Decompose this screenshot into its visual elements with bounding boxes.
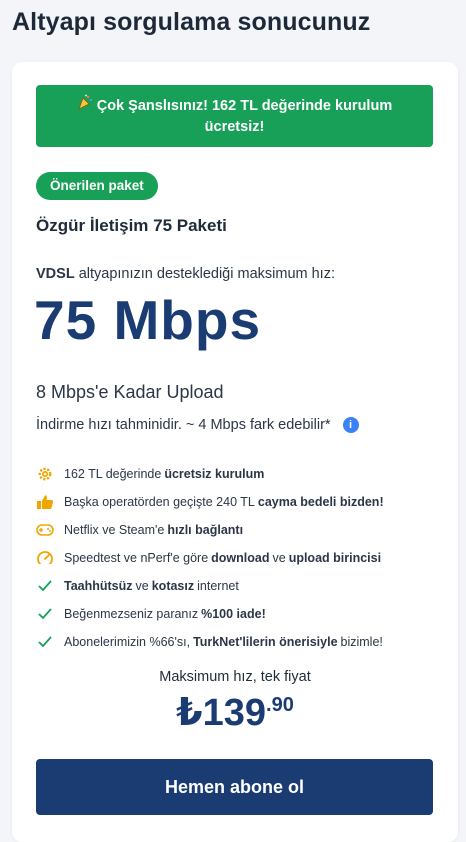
estimate-text: İndirme hızı tahminidir. ~ 4 Mbps fark e… bbox=[36, 417, 331, 433]
upload-speed: 8 Mbps'e Kadar Upload bbox=[36, 382, 224, 402]
feature-list: 162 TL değerinde ücretsiz kurulum Başka o… bbox=[36, 460, 436, 656]
feature-item: Başka operatörden geçişte 240 TL cayma be… bbox=[36, 488, 436, 516]
subscribe-button[interactable]: Hemen abone ol bbox=[36, 759, 433, 815]
price-currency: ₺ bbox=[176, 692, 203, 734]
recommended-badge: Önerilen paket bbox=[36, 172, 158, 200]
max-speed: 75 Mbps bbox=[34, 289, 262, 351]
speed-estimate-note: İndirme hızı tahminidir. ~ 4 Mbps fark e… bbox=[36, 417, 359, 433]
gamepad-icon bbox=[36, 521, 54, 539]
package-name: Özgür İletişim 75 Paketi bbox=[36, 216, 227, 235]
price-cents: .90 bbox=[266, 694, 294, 716]
feature-item: Abonelerimizin %66'sı, TurkNet'lilerin ön… bbox=[36, 628, 436, 656]
page-title: Altyapı sorgulama sonucunuz bbox=[12, 8, 371, 36]
speedometer-icon bbox=[36, 549, 54, 567]
price-caption: Maksimum hız, tek fiyat bbox=[159, 669, 311, 685]
price: ₺139.90 bbox=[12, 690, 458, 735]
feature-item: Speedtest ve nPerf'e göre download ve uploa… bbox=[36, 544, 436, 572]
feature-item: Netflix ve Steam'e hızlı bağlantı bbox=[36, 516, 436, 544]
promo-banner: Çok Şanslısınız! 162 TL değerinde kurulu… bbox=[36, 85, 433, 147]
feature-item: 162 TL değerinde ücretsiz kurulum bbox=[36, 460, 436, 488]
party-popper-icon bbox=[77, 94, 93, 117]
gear-icon bbox=[36, 465, 54, 483]
check-icon bbox=[36, 605, 54, 623]
speed-intro-text: altyapınızın desteklediği maksimum hız: bbox=[78, 266, 335, 282]
check-icon bbox=[36, 633, 54, 651]
package-card: Çok Şanslısınız! 162 TL değerinde kurulu… bbox=[12, 62, 458, 842]
price-main: 139 bbox=[202, 692, 267, 734]
thumbs-up-icon bbox=[36, 493, 54, 511]
info-icon[interactable]: i bbox=[342, 417, 359, 433]
promo-text: Çok Şanslısınız! 162 TL değerinde kurulu… bbox=[96, 98, 393, 135]
speed-intro: VDSL altyapınızın desteklediği maksimum … bbox=[36, 266, 335, 282]
feature-item: Taahhütsüz ve kotasız internet bbox=[36, 572, 436, 600]
feature-item: Beğenmezseniz paranız %100 iade! bbox=[36, 600, 436, 628]
check-icon bbox=[36, 577, 54, 595]
tech-label: VDSL bbox=[36, 266, 75, 282]
